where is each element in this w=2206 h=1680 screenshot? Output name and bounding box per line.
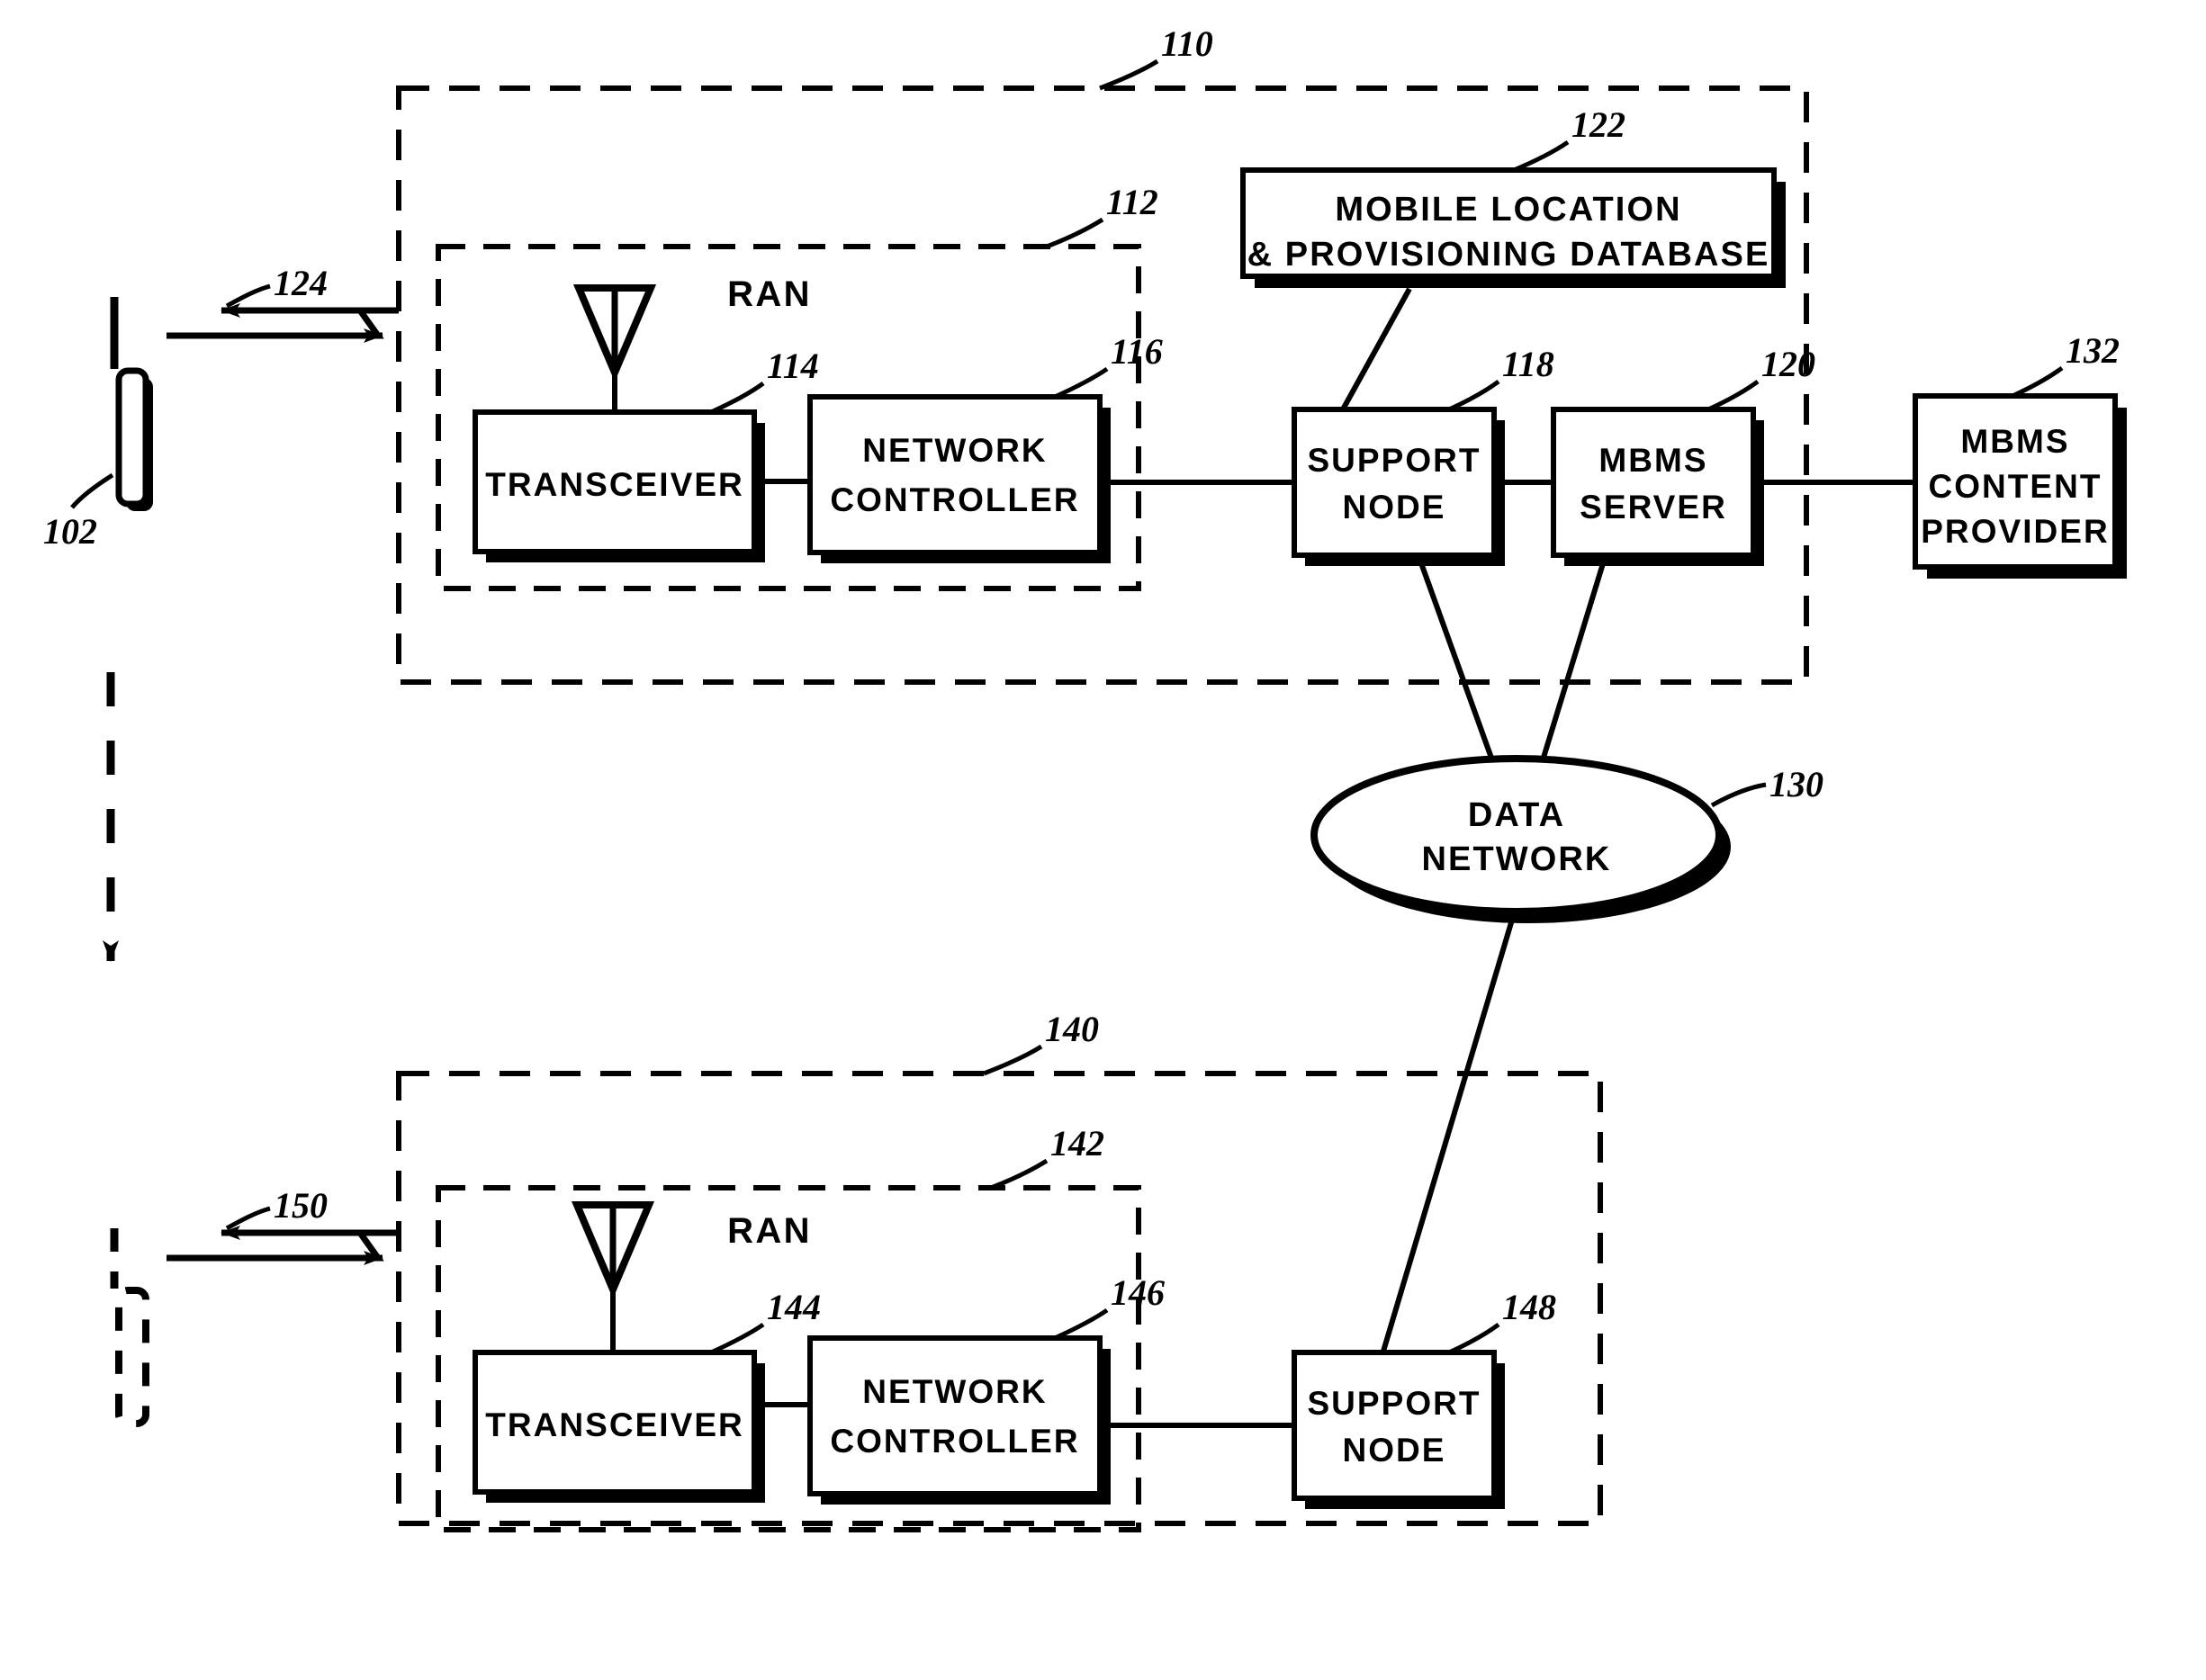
leader-148: [1447, 1322, 1500, 1355]
antenna-icon-bottom: [571, 1201, 655, 1352]
link-supportnode-datanetwork: [1418, 559, 1495, 762]
air-link-150: 150: [167, 1185, 399, 1265]
leader-102: [70, 472, 114, 509]
leader-122: [1513, 139, 1570, 173]
network-controller-bottom-rect: [807, 1335, 1103, 1496]
ref-num-148: 148: [1502, 1287, 1556, 1327]
leader-144: [709, 1322, 765, 1355]
mobile-location-db-line1: MOBILE LOCATION: [1335, 191, 1681, 229]
ref-num-132: 132: [2066, 330, 2120, 371]
network-controller-top-rect: [807, 394, 1103, 555]
ref-num-118: 118: [1502, 344, 1554, 384]
leader-142: [990, 1158, 1049, 1190]
ref-num-146: 146: [1111, 1272, 1165, 1313]
network-controller-box-bottom: NETWORK CONTROLLER 146: [807, 1272, 1165, 1505]
ref-num-110: 110: [1161, 23, 1213, 64]
network-controller-bottom-line1: NETWORK: [862, 1373, 1047, 1410]
leader-118: [1447, 379, 1500, 412]
mbms-server-line1: MBMS: [1598, 442, 1707, 479]
leader-150: [225, 1206, 271, 1231]
network-controller-top-line2: CONTROLLER: [830, 481, 1079, 518]
air-link-150-zigzag: [167, 1229, 399, 1262]
mbms-content-provider-line3: PROVIDER: [1921, 513, 2110, 550]
ref-num-112: 112: [1106, 182, 1158, 222]
link-datanetwork-supportnode-bottom: [1377, 910, 1517, 1364]
data-network-ellipse-shape: [1310, 755, 1723, 915]
ref-num-124: 124: [274, 263, 328, 303]
mbms-content-provider-line1: MBMS: [1960, 423, 2069, 460]
data-network-ellipse: DATA NETWORK 130: [1310, 755, 1823, 923]
leader-146: [1053, 1307, 1109, 1341]
mbms-server-line2: SERVER: [1580, 489, 1727, 526]
support-node-box-top: SUPPORT NODE 118: [1292, 344, 1554, 566]
mobile-location-db-line2: & PROVISIONING DATABASE: [1247, 236, 1770, 274]
network-controller-top-line1: NETWORK: [862, 432, 1047, 469]
network-controller-bottom-line2: CONTROLLER: [830, 1423, 1079, 1460]
ref-num-142: 142: [1050, 1123, 1104, 1163]
ran-top-label: RAN: [727, 274, 812, 314]
leader-124: [225, 283, 271, 309]
mbms-server-box: MBMS SERVER 120: [1551, 344, 1815, 566]
ref-num-150: 150: [274, 1185, 328, 1226]
mbms-server-rect: [1551, 407, 1756, 558]
mobile-station-body: [115, 367, 149, 508]
transceiver-bottom-label: TRANSCEIVER: [485, 1406, 744, 1443]
leader-114: [709, 381, 765, 415]
support-node-box-bottom: SUPPORT NODE 148: [1292, 1287, 1556, 1509]
ref-num-130: 130: [1769, 764, 1823, 804]
ran-bottom-label: RAN: [727, 1211, 812, 1251]
support-node-top-line1: SUPPORT: [1307, 442, 1481, 479]
support-node-top-rect: [1292, 407, 1497, 558]
leader-132: [2011, 365, 2064, 399]
mobile-station-102: 102: [43, 297, 153, 552]
support-node-bottom-line2: NODE: [1342, 1432, 1445, 1469]
link-mbmsserver-datanetwork: [1540, 560, 1607, 761]
link-mlpdb-supportnode: [1340, 287, 1412, 411]
mobile-station-phantom: [110, 1228, 149, 1427]
ref-num-122: 122: [1571, 104, 1625, 145]
leader-110: [1099, 58, 1159, 91]
ref-num-114: 114: [767, 346, 819, 386]
leader-140: [983, 1044, 1043, 1076]
ref-num-102: 102: [43, 511, 97, 552]
antenna-icon-top: [572, 284, 657, 412]
ref-num-140: 140: [1045, 1009, 1099, 1049]
mobile-station-phantom-body: [115, 1287, 149, 1427]
support-node-bottom-line1: SUPPORT: [1307, 1385, 1481, 1422]
air-link-124-zigzag: [167, 307, 399, 339]
leader-120: [1706, 379, 1760, 412]
data-network-line1: DATA: [1468, 796, 1565, 834]
transceiver-top-label: TRANSCEIVER: [485, 466, 744, 503]
leader-130: [1710, 782, 1767, 808]
support-node-top-line2: NODE: [1342, 489, 1445, 526]
leader-112: [1046, 217, 1104, 249]
ref-num-116: 116: [1111, 331, 1163, 372]
mbms-content-provider-line2: CONTENT: [1928, 468, 2102, 505]
support-node-bottom-rect: [1292, 1350, 1497, 1501]
patent-figure: 110 112 RAN TRANSCEIVER 114 NETWORK CONT…: [0, 0, 2206, 1680]
transceiver-box-bottom: TRANSCEIVER 144: [473, 1287, 821, 1503]
ref-num-144: 144: [767, 1287, 821, 1327]
mobile-location-db-box: MOBILE LOCATION & PROVISIONING DATABASE …: [1240, 104, 1786, 288]
air-link-124: 124: [167, 263, 399, 343]
mbms-content-provider-box: MBMS CONTENT PROVIDER 132: [1913, 330, 2127, 579]
network-controller-box-top: NETWORK CONTROLLER 116: [807, 331, 1163, 563]
data-network-line2: NETWORK: [1422, 840, 1612, 878]
leader-116: [1053, 366, 1109, 400]
transceiver-box-top: TRANSCEIVER 114: [473, 346, 819, 562]
ref-num-120: 120: [1761, 344, 1815, 384]
